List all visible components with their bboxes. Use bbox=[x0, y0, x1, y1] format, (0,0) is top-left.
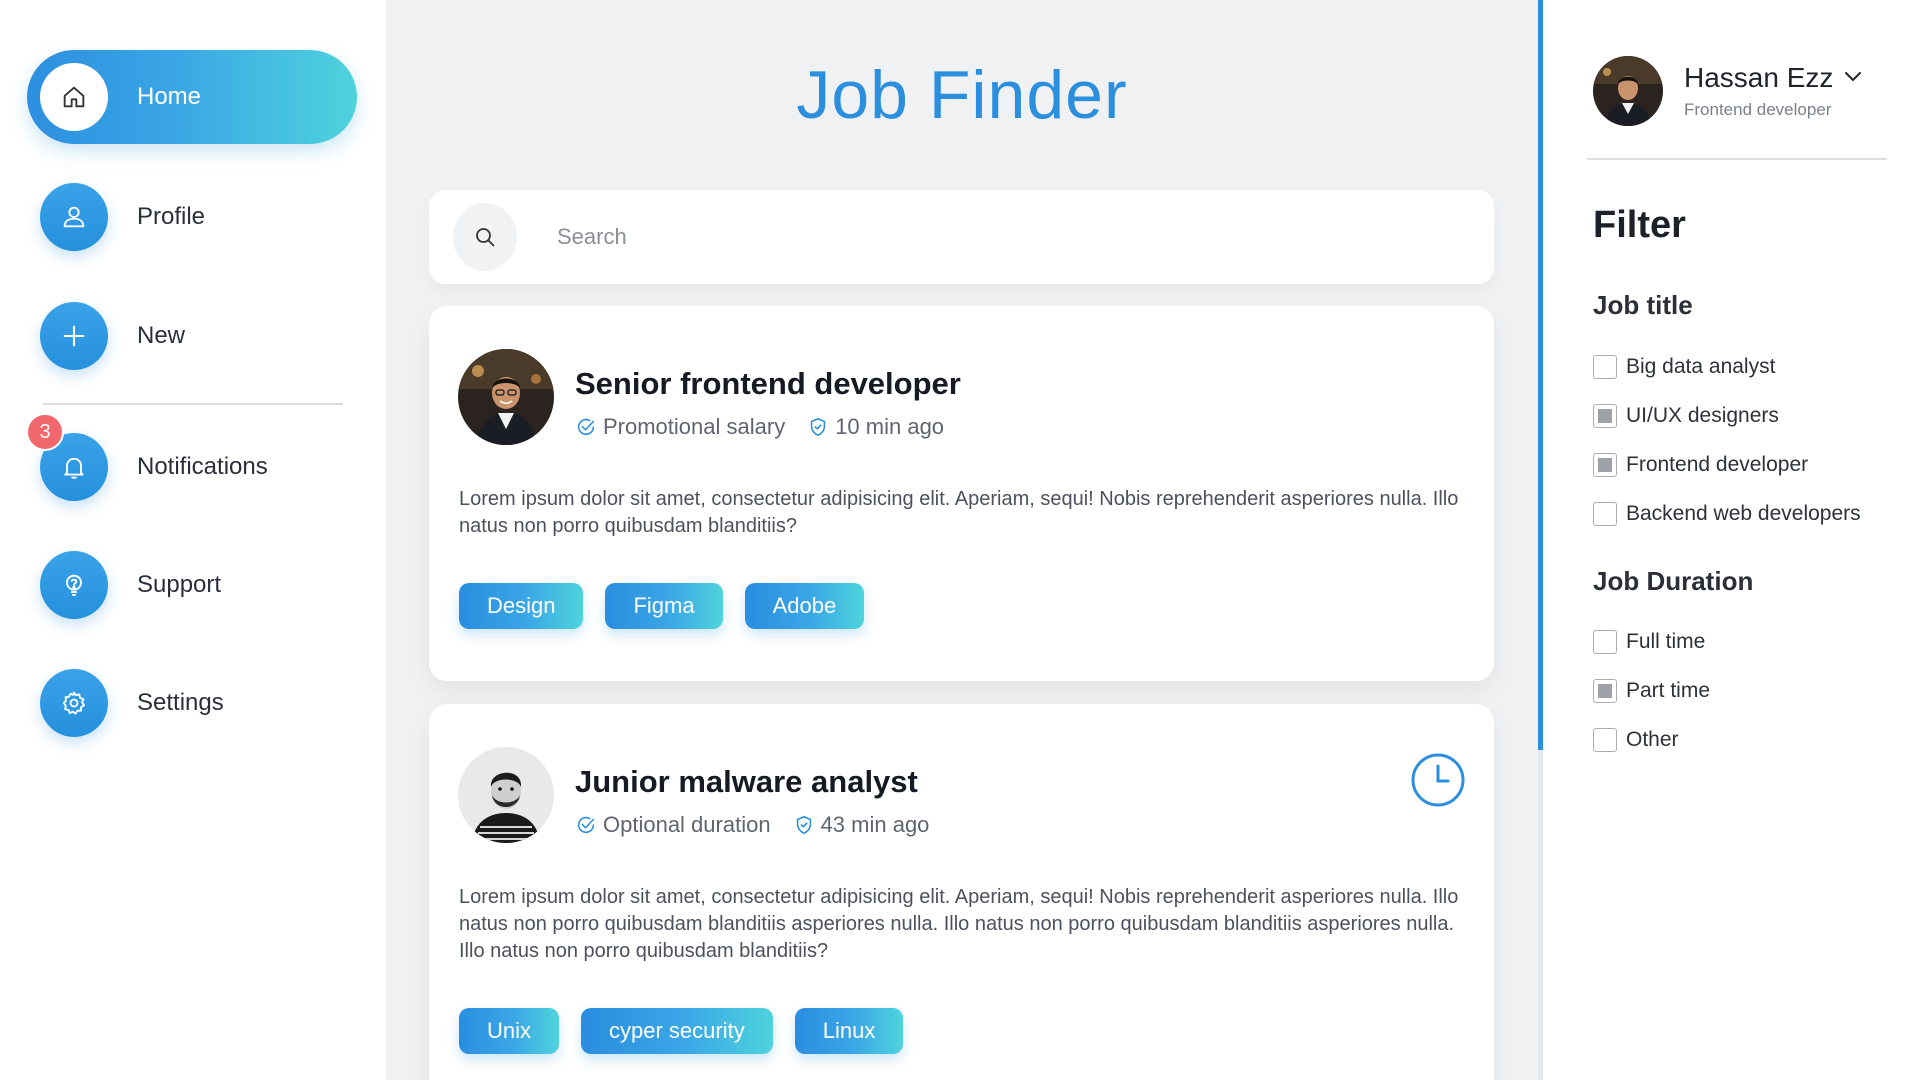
filter-option-ui-ux-designers[interactable]: UI/UX designers bbox=[1593, 404, 1779, 428]
tag-list: Design Figma Adobe bbox=[459, 583, 886, 629]
job-meta: Optional duration 43 min ago bbox=[575, 812, 951, 838]
tag-linux[interactable]: Linux bbox=[794, 1008, 904, 1054]
tag-list: Unix cyper security Linux bbox=[459, 1008, 925, 1054]
job-description: Lorem ipsum dolor sit amet, consectetur … bbox=[459, 886, 1459, 962]
job-title: Senior frontend developer bbox=[575, 366, 961, 401]
filter-option-frontend-developer[interactable]: Frontend developer bbox=[1593, 453, 1808, 477]
filter-option-part-time[interactable]: Part time bbox=[1593, 679, 1710, 703]
user-role: Frontend developer bbox=[1684, 100, 1832, 119]
sidebar-item-settings[interactable]: Settings bbox=[27, 656, 357, 750]
user-name[interactable]: Hassan Ezz bbox=[1684, 62, 1833, 94]
checkbox[interactable] bbox=[1593, 679, 1617, 703]
check-circle-icon bbox=[577, 418, 595, 436]
sidebar-item-label: Home bbox=[137, 83, 202, 110]
shield-icon bbox=[796, 815, 811, 835]
gear-icon bbox=[40, 669, 108, 737]
job-description: Lorem ipsum dolor sit amet, consectetur … bbox=[459, 488, 1459, 537]
tag-figma[interactable]: Figma bbox=[605, 583, 723, 629]
avatar bbox=[458, 747, 554, 843]
checkbox[interactable] bbox=[1593, 728, 1617, 752]
notification-badge: 3 bbox=[26, 413, 64, 451]
tag-cyber-security[interactable]: cyper security bbox=[581, 1008, 773, 1054]
sidebar-item-notifications[interactable]: 3 Notifications bbox=[26, 413, 357, 514]
sidebar: Home Profile New 3 Notifications Support… bbox=[0, 0, 386, 1080]
sidebar-item-label: Support bbox=[137, 571, 222, 598]
user-icon bbox=[40, 183, 108, 251]
plus-icon bbox=[40, 302, 108, 370]
search-button[interactable] bbox=[453, 203, 517, 271]
search-bar bbox=[429, 190, 1494, 284]
meta-time: 10 min ago bbox=[807, 414, 944, 440]
sidebar-item-label: New bbox=[137, 322, 186, 349]
filter-option-label: Other bbox=[1626, 728, 1679, 751]
filter-option-big-data-analyst[interactable]: Big data analyst bbox=[1593, 355, 1775, 379]
shield-icon bbox=[810, 417, 826, 437]
sidebar-item-label: Profile bbox=[137, 203, 206, 230]
job-title-heading: Job title bbox=[1593, 290, 1693, 320]
checkbox[interactable] bbox=[1593, 404, 1617, 428]
page-title: Job Finder bbox=[796, 57, 1128, 133]
sidebar-item-profile[interactable]: Profile bbox=[27, 170, 357, 264]
filter-option-label: Big data analyst bbox=[1626, 355, 1776, 378]
check-circle-icon bbox=[577, 816, 595, 834]
sidebar-item-support[interactable]: Support bbox=[27, 538, 357, 632]
help-icon bbox=[40, 551, 108, 619]
sidebar-item-home[interactable]: Home bbox=[27, 50, 357, 144]
chevron-down-icon[interactable] bbox=[1843, 70, 1863, 84]
filter-option-label: Frontend developer bbox=[1626, 453, 1809, 476]
meta-salary: Promotional salary bbox=[575, 414, 785, 440]
avatar bbox=[458, 349, 554, 445]
filter-option-label: Part time bbox=[1626, 679, 1711, 702]
user-avatar[interactable] bbox=[1593, 56, 1663, 126]
meta-salary-label: Promotional salary bbox=[603, 414, 786, 439]
meta-time-label: 10 min ago bbox=[835, 414, 945, 439]
sidebar-divider bbox=[43, 403, 343, 405]
sidebar-item-new[interactable]: New bbox=[27, 289, 357, 383]
filter-option-full-time[interactable]: Full time bbox=[1593, 630, 1705, 654]
home-icon bbox=[40, 63, 108, 131]
sidebar-item-label: Settings bbox=[137, 689, 224, 716]
job-meta: Promotional salary 10 min ago bbox=[575, 414, 966, 440]
filter-option-label: Backend web developers bbox=[1626, 502, 1861, 525]
job-card[interactable]: Senior frontend developer Promotional sa… bbox=[429, 306, 1494, 681]
filter-option-other[interactable]: Other bbox=[1593, 728, 1679, 752]
tag-unix[interactable]: Unix bbox=[459, 1008, 560, 1054]
job-card[interactable]: Junior malware analyst Optional duration… bbox=[429, 704, 1494, 1080]
search-input[interactable] bbox=[557, 212, 1457, 262]
checkbox[interactable] bbox=[1593, 355, 1617, 379]
checkbox[interactable] bbox=[1593, 630, 1617, 654]
panel-divider bbox=[1587, 158, 1887, 160]
checkbox[interactable] bbox=[1593, 453, 1617, 477]
meta-duration-label: Optional duration bbox=[603, 812, 771, 837]
meta-time-label: 43 min ago bbox=[820, 812, 930, 837]
clock-icon[interactable] bbox=[1410, 752, 1466, 808]
search-icon bbox=[476, 228, 495, 247]
filter-option-backend-web-developers[interactable]: Backend web developers bbox=[1593, 502, 1861, 526]
tag-adobe[interactable]: Adobe bbox=[744, 583, 865, 629]
filter-panel: Hassan Ezz Frontend developer Filter Job… bbox=[1543, 0, 1920, 1080]
filter-title: Filter bbox=[1593, 204, 1686, 246]
meta-duration: Optional duration bbox=[575, 812, 771, 838]
meta-time: 43 min ago bbox=[793, 812, 930, 838]
checkbox[interactable] bbox=[1593, 502, 1617, 526]
sidebar-item-label: Notifications bbox=[137, 453, 268, 480]
job-duration-heading: Job Duration bbox=[1593, 566, 1754, 596]
job-title: Junior malware analyst bbox=[575, 764, 918, 799]
main-content: Job Finder Search Senior frontend develo… bbox=[386, 0, 1538, 1080]
tag-design[interactable]: Design bbox=[459, 583, 584, 629]
filter-option-label: UI/UX designers bbox=[1626, 404, 1779, 427]
filter-option-label: Full time bbox=[1626, 630, 1706, 653]
